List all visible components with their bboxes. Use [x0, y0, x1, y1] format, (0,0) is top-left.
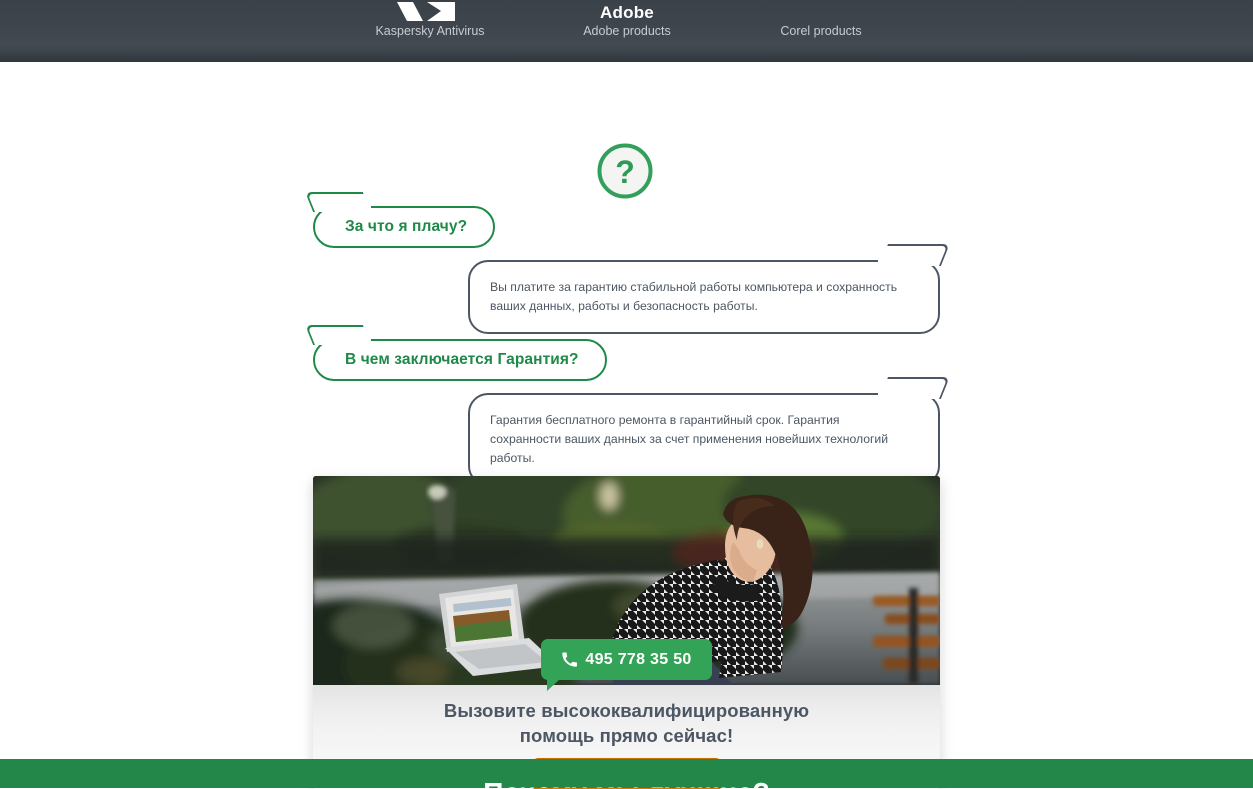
phone-handset-icon [562, 652, 578, 667]
kaspersky-chevron-mark-icon [320, 0, 540, 22]
adobe-wordmark-icon: Adobe [517, 0, 737, 22]
nav-item-adobe[interactable]: Adobe Adobe products [517, 0, 737, 39]
adobe-logo-text: Adobe [600, 3, 654, 22]
bubble-tail-mask [878, 391, 938, 399]
why-best-title: Почему мы лучшие? [0, 777, 1253, 788]
faq-section: ? За что я плачу? Вы платите за гарантию… [0, 62, 1253, 789]
product-nav: Kaspersky Antivirus Adobe Adobe products… [0, 0, 1253, 52]
faq-answer-text: Гарантия бесплатного ремонта в гарантийн… [490, 413, 889, 465]
site-header: Kaspersky Antivirus Adobe Adobe products… [0, 0, 1253, 62]
phone-callout[interactable]: 495 778 35 50 [541, 639, 712, 691]
header-bottom-shade [0, 52, 1253, 62]
nav-item-kaspersky[interactable]: Kaspersky Antivirus [320, 0, 540, 39]
why-best-banner: Почему мы лучшие? [0, 759, 1253, 788]
nav-item-label: Corel products [780, 24, 862, 38]
faq-answer-text: Вы платите за гарантию стабильной работы… [490, 280, 898, 313]
promo-title: Вызовите высококвалифицированную помощь … [313, 685, 940, 748]
promo-title-line2: помощь прямо сейчас! [519, 725, 734, 746]
promo-card: 495 778 35 50 Вызовите высококвалифициро… [313, 476, 940, 789]
nav-item-corel[interactable]: Corel products [711, 0, 931, 39]
promo-title-line1: Вызовите высококвалифицированную [443, 700, 810, 721]
nav-item-label: Adobe products [583, 24, 671, 38]
faq-answer-bubble: Гарантия бесплатного ремонта в гарантийн… [468, 377, 950, 486]
svg-text:?: ? [615, 154, 635, 190]
faq-question-text: За что я плачу? [345, 218, 468, 235]
bubble-tail-mask [315, 204, 371, 212]
bubble-tail-mask [878, 258, 938, 266]
faq-question-bubble[interactable]: В чем заключается Гарантия? [304, 325, 607, 381]
phone-number: 495 778 35 50 [585, 650, 692, 668]
faq-question-bubble[interactable]: За что я плачу? [304, 192, 496, 248]
corel-mark-icon [711, 0, 931, 22]
nav-item-label: Kaspersky Antivirus [375, 24, 485, 38]
faq-question-text: В чем заключается Гарантия? [345, 351, 579, 368]
question-mark-circle-icon: ? [596, 142, 654, 200]
faq-answer-bubble: Вы платите за гарантию стабильной работы… [468, 244, 950, 334]
bubble-tail-mask [315, 337, 371, 345]
